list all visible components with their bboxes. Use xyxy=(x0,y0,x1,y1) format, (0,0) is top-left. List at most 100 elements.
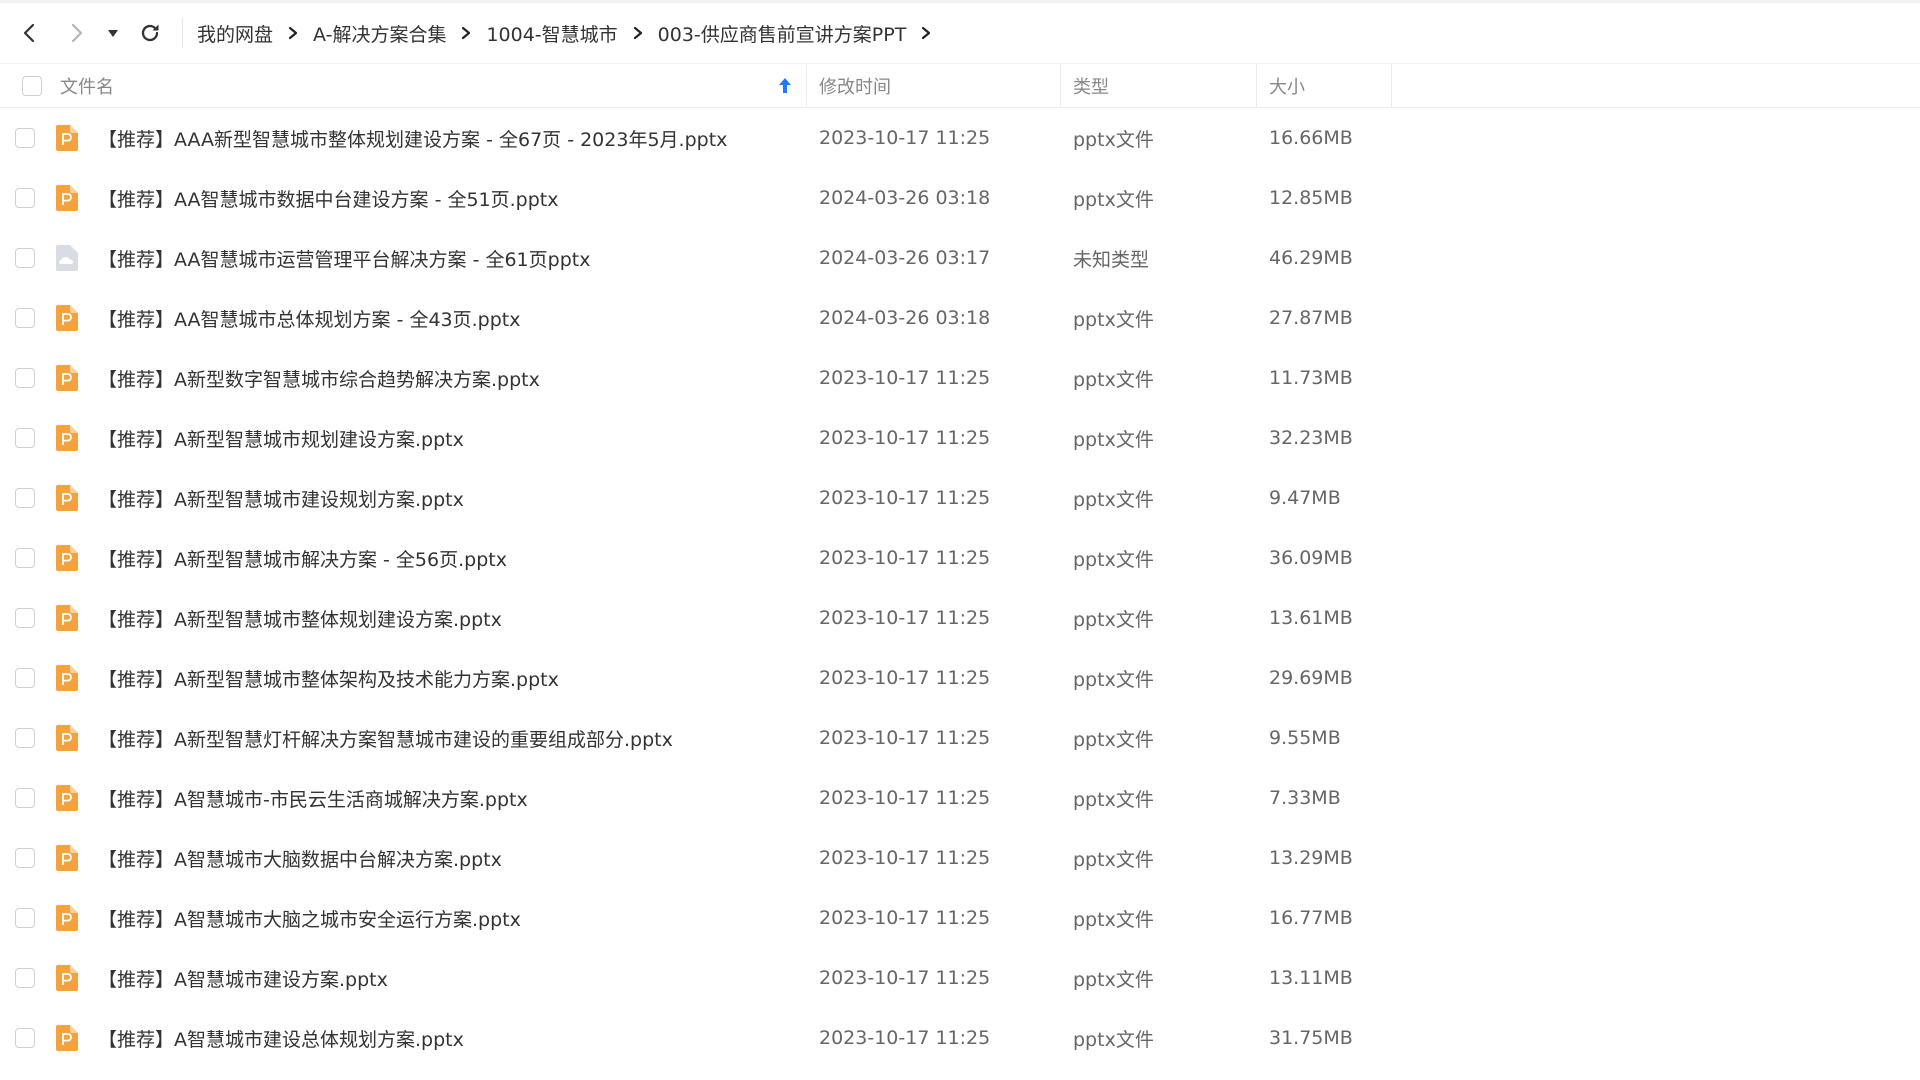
breadcrumb-item-current-folder[interactable]: 003-供应商售前宣讲方案PPT xyxy=(658,20,907,47)
row-checkbox[interactable] xyxy=(15,428,35,448)
file-name[interactable]: 【推荐】A新型智慧城市解决方案 - 全56页.pptx xyxy=(94,545,806,572)
file-name[interactable]: 【推荐】A智慧城市建设方案.pptx xyxy=(94,965,806,992)
file-name[interactable]: 【推荐】A新型智慧灯杆解决方案智慧城市建设的重要组成部分.pptx xyxy=(94,725,806,752)
file-modified-time: 2023-10-17 11:25 xyxy=(819,847,991,869)
file-row[interactable]: 【推荐】AA智慧城市数据中台建设方案 - 全51页.pptx 2024-03-2… xyxy=(0,168,1920,228)
file-size: 13.11MB xyxy=(1269,967,1353,989)
file-modified-time: 2023-10-17 11:25 xyxy=(819,427,991,449)
file-row[interactable]: 【推荐】A新型数字智慧城市综合趋势解决方案.pptx 2023-10-17 11… xyxy=(0,348,1920,408)
file-modified-time: 2023-10-17 11:25 xyxy=(819,127,991,149)
file-row[interactable]: 【推荐】AA智慧城市运营管理平台解决方案 - 全61页pptx 2024-03-… xyxy=(0,228,1920,288)
file-size: 46.29MB xyxy=(1269,247,1353,269)
file-row[interactable]: 【推荐】A智慧城市建设方案.pptx 2023-10-17 11:25 pptx… xyxy=(0,948,1920,1008)
breadcrumb-chevron-icon[interactable] xyxy=(906,26,946,40)
file-name[interactable]: 【推荐】A新型智慧城市整体规划建设方案.pptx xyxy=(94,605,806,632)
file-size: 16.66MB xyxy=(1269,127,1353,149)
file-row[interactable]: 【推荐】A新型智慧城市建设规划方案.pptx 2023-10-17 11:25 … xyxy=(0,468,1920,528)
row-icon-cell xyxy=(54,725,94,751)
forward-button[interactable] xyxy=(56,13,96,53)
row-check-cell xyxy=(0,608,54,628)
file-name[interactable]: 【推荐】AA智慧城市运营管理平台解决方案 - 全61页pptx xyxy=(94,245,806,272)
column-header-mtime[interactable]: 修改时间 xyxy=(806,63,1060,108)
file-row[interactable]: 【推荐】A新型智慧城市解决方案 - 全56页.pptx 2023-10-17 1… xyxy=(0,528,1920,588)
file-type: pptx文件 xyxy=(1073,308,1154,331)
file-row[interactable]: 【推荐】A新型智慧城市规划建设方案.pptx 2023-10-17 11:25 … xyxy=(0,408,1920,468)
file-name[interactable]: 【推荐】A新型智慧城市规划建设方案.pptx xyxy=(94,425,806,452)
file-size: 32.23MB xyxy=(1269,427,1353,449)
history-dropdown-button[interactable] xyxy=(96,13,130,53)
column-header-size[interactable]: 大小 xyxy=(1256,63,1392,108)
file-size: 31.75MB xyxy=(1269,1027,1353,1049)
row-checkbox[interactable] xyxy=(15,968,35,988)
file-name[interactable]: 【推荐】A智慧城市-市民云生活商城解决方案.pptx xyxy=(94,785,806,812)
file-row[interactable]: 【推荐】A智慧城市大脑之城市安全运行方案.pptx 2023-10-17 11:… xyxy=(0,888,1920,948)
file-row[interactable]: 【推荐】A新型智慧城市整体规划建设方案.pptx 2023-10-17 11:2… xyxy=(0,588,1920,648)
select-all-checkbox[interactable] xyxy=(22,75,42,96)
file-row[interactable]: 【推荐】A智慧城市-市民云生活商城解决方案.pptx 2023-10-17 11… xyxy=(0,768,1920,828)
row-check-cell xyxy=(0,368,54,388)
file-row[interactable]: 【推荐】A智慧城市建设总体规划方案.pptx 2023-10-17 11:25 … xyxy=(0,1008,1920,1068)
nav-divider xyxy=(182,18,183,48)
breadcrumb-item-smart-city[interactable]: 1004-智慧城市 xyxy=(486,20,617,47)
file-row[interactable]: 【推荐】AAA新型智慧城市整体规划建设方案 - 全67页 - 2023年5月.p… xyxy=(0,108,1920,168)
row-check-cell xyxy=(0,428,54,448)
row-checkbox[interactable] xyxy=(15,248,35,268)
row-checkbox[interactable] xyxy=(15,188,35,208)
row-check-cell xyxy=(0,1028,54,1048)
file-name[interactable]: 【推荐】AA智慧城市数据中台建设方案 - 全51页.pptx xyxy=(94,185,806,212)
breadcrumb-chevron-icon xyxy=(618,26,658,40)
file-name[interactable]: 【推荐】A新型智慧城市建设规划方案.pptx xyxy=(94,485,806,512)
pptx-file-icon xyxy=(56,665,78,691)
file-size: 11.73MB xyxy=(1269,367,1353,389)
file-row[interactable]: 【推荐】A新型智慧城市整体架构及技术能力方案.pptx 2023-10-17 1… xyxy=(0,648,1920,708)
file-type: pptx文件 xyxy=(1073,368,1154,391)
breadcrumb-item-root[interactable]: 我的网盘 xyxy=(197,20,273,47)
row-checkbox[interactable] xyxy=(15,728,35,748)
file-row[interactable]: 【推荐】AA智慧城市总体规划方案 - 全43页.pptx 2024-03-26 … xyxy=(0,288,1920,348)
pptx-file-icon xyxy=(56,1025,78,1051)
file-size: 12.85MB xyxy=(1269,187,1353,209)
row-checkbox[interactable] xyxy=(15,548,35,568)
breadcrumb-item-solutions[interactable]: A-解决方案合集 xyxy=(313,20,446,47)
row-icon-cell xyxy=(54,365,94,391)
back-button[interactable] xyxy=(10,13,50,53)
file-name[interactable]: 【推荐】A智慧城市大脑数据中台解决方案.pptx xyxy=(94,845,806,872)
row-checkbox[interactable] xyxy=(15,668,35,688)
file-name[interactable]: 【推荐】A新型智慧城市整体架构及技术能力方案.pptx xyxy=(94,665,806,692)
row-checkbox[interactable] xyxy=(15,488,35,508)
file-row[interactable]: 【推荐】A新型智慧灯杆解决方案智慧城市建设的重要组成部分.pptx 2023-1… xyxy=(0,708,1920,768)
unknown-file-icon xyxy=(56,245,78,271)
row-checkbox[interactable] xyxy=(15,128,35,148)
file-list: 【推荐】AAA新型智慧城市整体规划建设方案 - 全67页 - 2023年5月.p… xyxy=(0,108,1920,1068)
file-row[interactable]: 【推荐】A智慧城市大脑数据中台解决方案.pptx 2023-10-17 11:2… xyxy=(0,828,1920,888)
file-type: pptx文件 xyxy=(1073,128,1154,151)
file-type: pptx文件 xyxy=(1073,848,1154,871)
file-name[interactable]: 【推荐】AAA新型智慧城市整体规划建设方案 - 全67页 - 2023年5月.p… xyxy=(94,125,806,152)
breadcrumb-chevron-icon xyxy=(446,26,486,40)
row-checkbox[interactable] xyxy=(15,608,35,628)
file-name[interactable]: 【推荐】A智慧城市大脑之城市安全运行方案.pptx xyxy=(94,905,806,932)
row-icon-cell xyxy=(54,425,94,451)
file-modified-time: 2023-10-17 11:25 xyxy=(819,907,991,929)
refresh-button[interactable] xyxy=(130,13,170,53)
row-checkbox[interactable] xyxy=(15,368,35,388)
column-header-name[interactable]: 文件名 xyxy=(60,64,806,108)
row-checkbox[interactable] xyxy=(15,1028,35,1048)
file-name[interactable]: 【推荐】A智慧城市建设总体规划方案.pptx xyxy=(94,1025,806,1052)
caret-down-icon xyxy=(108,30,118,37)
row-icon-cell xyxy=(54,605,94,631)
row-check-cell xyxy=(0,668,54,688)
file-type: pptx文件 xyxy=(1073,488,1154,511)
row-checkbox[interactable] xyxy=(15,788,35,808)
pptx-file-icon xyxy=(56,545,78,571)
row-checkbox[interactable] xyxy=(15,848,35,868)
row-checkbox[interactable] xyxy=(15,308,35,328)
file-name[interactable]: 【推荐】A新型数字智慧城市综合趋势解决方案.pptx xyxy=(94,365,806,392)
file-type: pptx文件 xyxy=(1073,608,1154,631)
select-all-cell xyxy=(0,64,60,108)
file-modified-time: 2023-10-17 11:25 xyxy=(819,607,991,629)
column-header-type[interactable]: 类型 xyxy=(1060,63,1256,108)
file-modified-time: 2024-03-26 03:17 xyxy=(819,247,991,269)
row-checkbox[interactable] xyxy=(15,908,35,928)
file-name[interactable]: 【推荐】AA智慧城市总体规划方案 - 全43页.pptx xyxy=(94,305,806,332)
